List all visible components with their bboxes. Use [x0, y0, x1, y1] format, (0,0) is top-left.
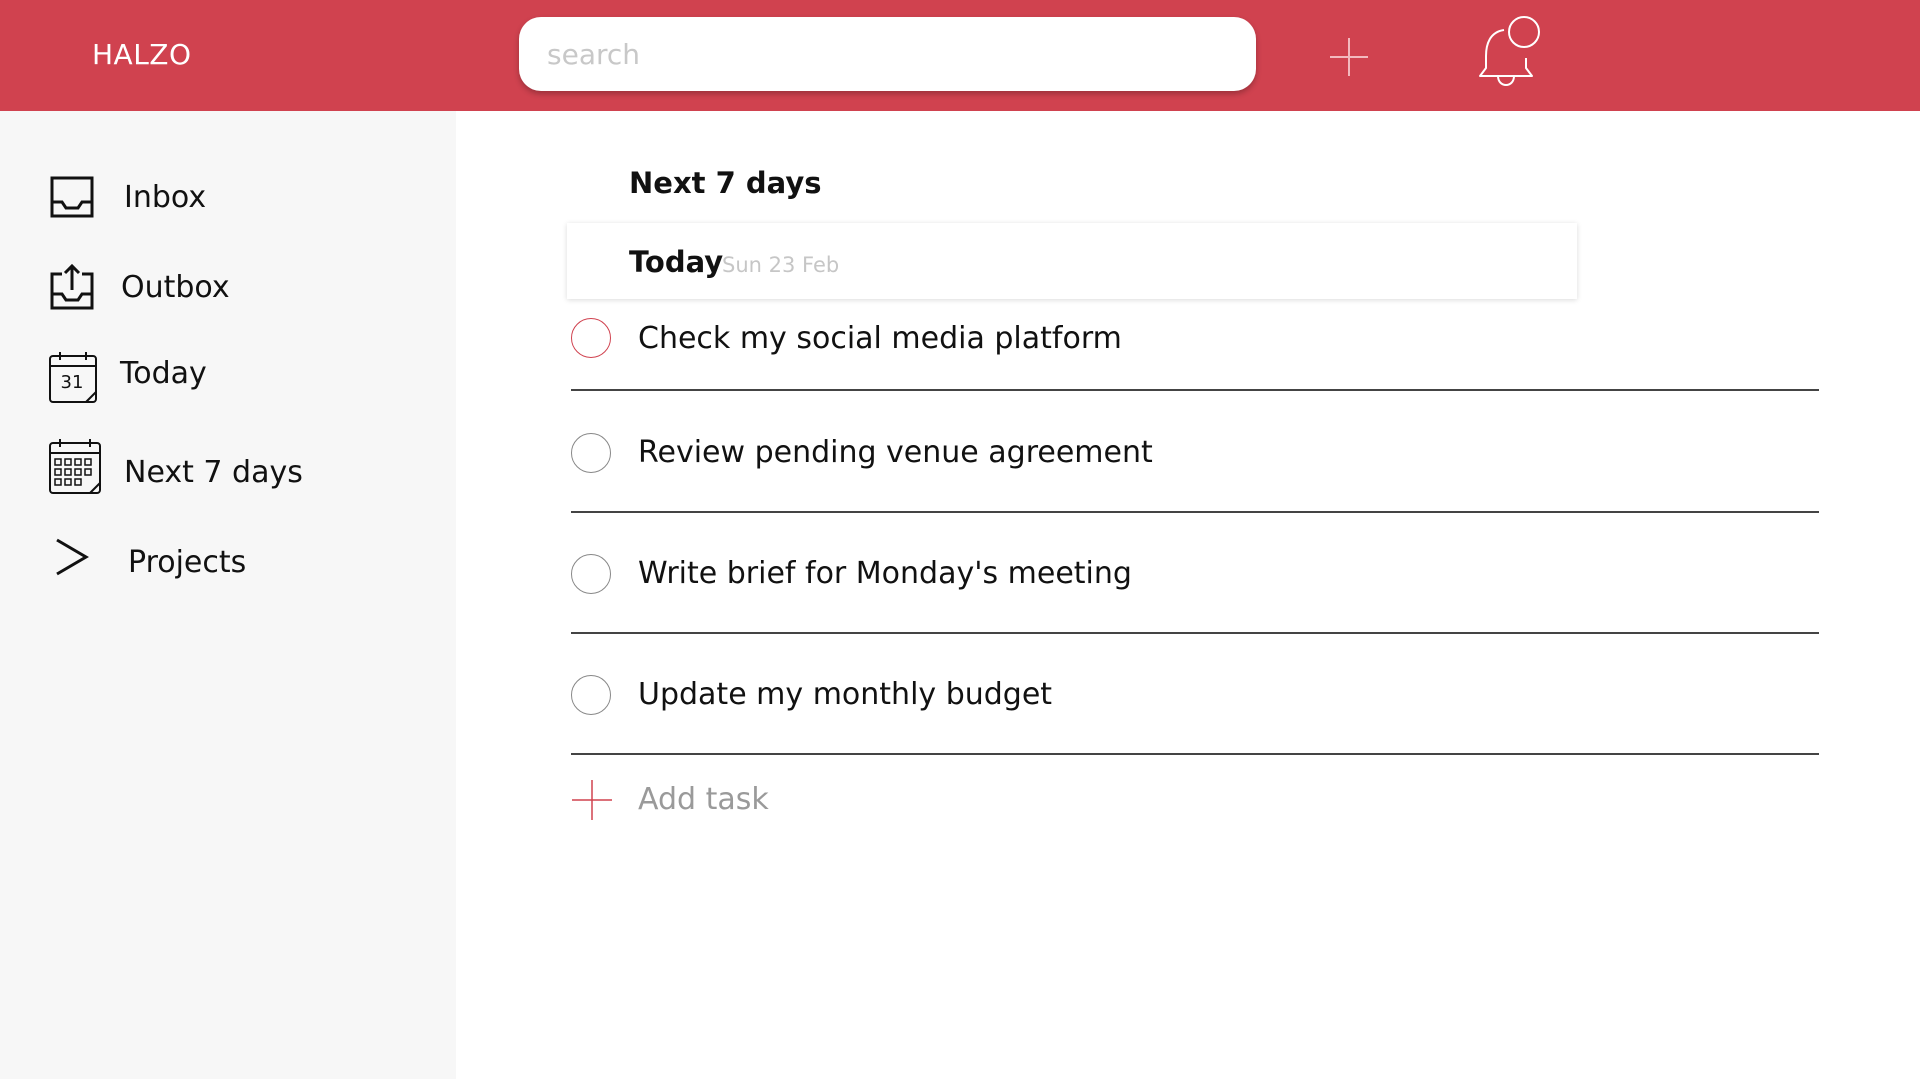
add-task-label: Add task: [638, 782, 769, 817]
chevron-right-icon: [56, 538, 89, 576]
sidebar-item-label: Next 7 days: [124, 455, 303, 490]
task-text: Write brief for Monday's meeting: [638, 556, 1132, 591]
sidebar-item-projects[interactable]: Projects: [0, 525, 456, 595]
sidebar-item-label: Projects: [128, 545, 247, 580]
task-item[interactable]: Write brief for Monday's meeting: [571, 552, 1819, 634]
search-input[interactable]: [519, 17, 1256, 91]
sidebar-item-label: Inbox: [124, 180, 207, 215]
page-title: Next 7 days: [629, 166, 822, 200]
plus-icon[interactable]: [1328, 36, 1370, 78]
calendar-today-icon: 31: [49, 352, 97, 403]
calendar-week-icon: [49, 439, 101, 494]
task-checkbox[interactable]: [571, 554, 611, 594]
main-content: Next 7 days Today Sun 23 Feb Check my so…: [456, 111, 1920, 1079]
inbox-icon: [50, 176, 94, 218]
add-task-button[interactable]: Add task: [571, 779, 831, 827]
outbox-icon: [50, 263, 94, 310]
task-checkbox[interactable]: [571, 433, 611, 473]
sidebar-item-inbox[interactable]: Inbox: [0, 162, 456, 232]
sidebar-item-label: Today: [120, 356, 207, 391]
day-header: Today Sun 23 Feb: [567, 223, 1577, 299]
task-text: Check my social media platform: [638, 321, 1122, 356]
sidebar-item-today[interactable]: 31 Today: [0, 337, 456, 407]
task-text: Review pending venue agreement: [638, 435, 1153, 470]
day-date: Sun 23 Feb: [722, 253, 840, 277]
top-bar: HALZO: [0, 0, 1920, 111]
task-checkbox[interactable]: [571, 675, 611, 715]
sidebar-item-label: Outbox: [121, 270, 230, 305]
calendar-day-number: 31: [61, 372, 84, 393]
sidebar: Inbox Outbox 31 Today Next 7 days Projec…: [0, 111, 456, 1079]
plus-icon: [572, 780, 612, 820]
task-item[interactable]: Review pending venue agreement: [571, 431, 1819, 513]
sidebar-item-next-7-days[interactable]: Next 7 days: [0, 437, 456, 507]
day-title: Today: [629, 245, 724, 279]
bell-icon[interactable]: [1474, 14, 1546, 90]
sidebar-item-outbox[interactable]: Outbox: [0, 252, 456, 322]
app-logo[interactable]: HALZO: [92, 38, 192, 71]
task-item[interactable]: Check my social media platform: [571, 309, 1819, 391]
task-text: Update my monthly budget: [638, 677, 1053, 712]
task-item[interactable]: Update my monthly budget: [571, 673, 1819, 755]
task-checkbox[interactable]: [571, 318, 611, 358]
